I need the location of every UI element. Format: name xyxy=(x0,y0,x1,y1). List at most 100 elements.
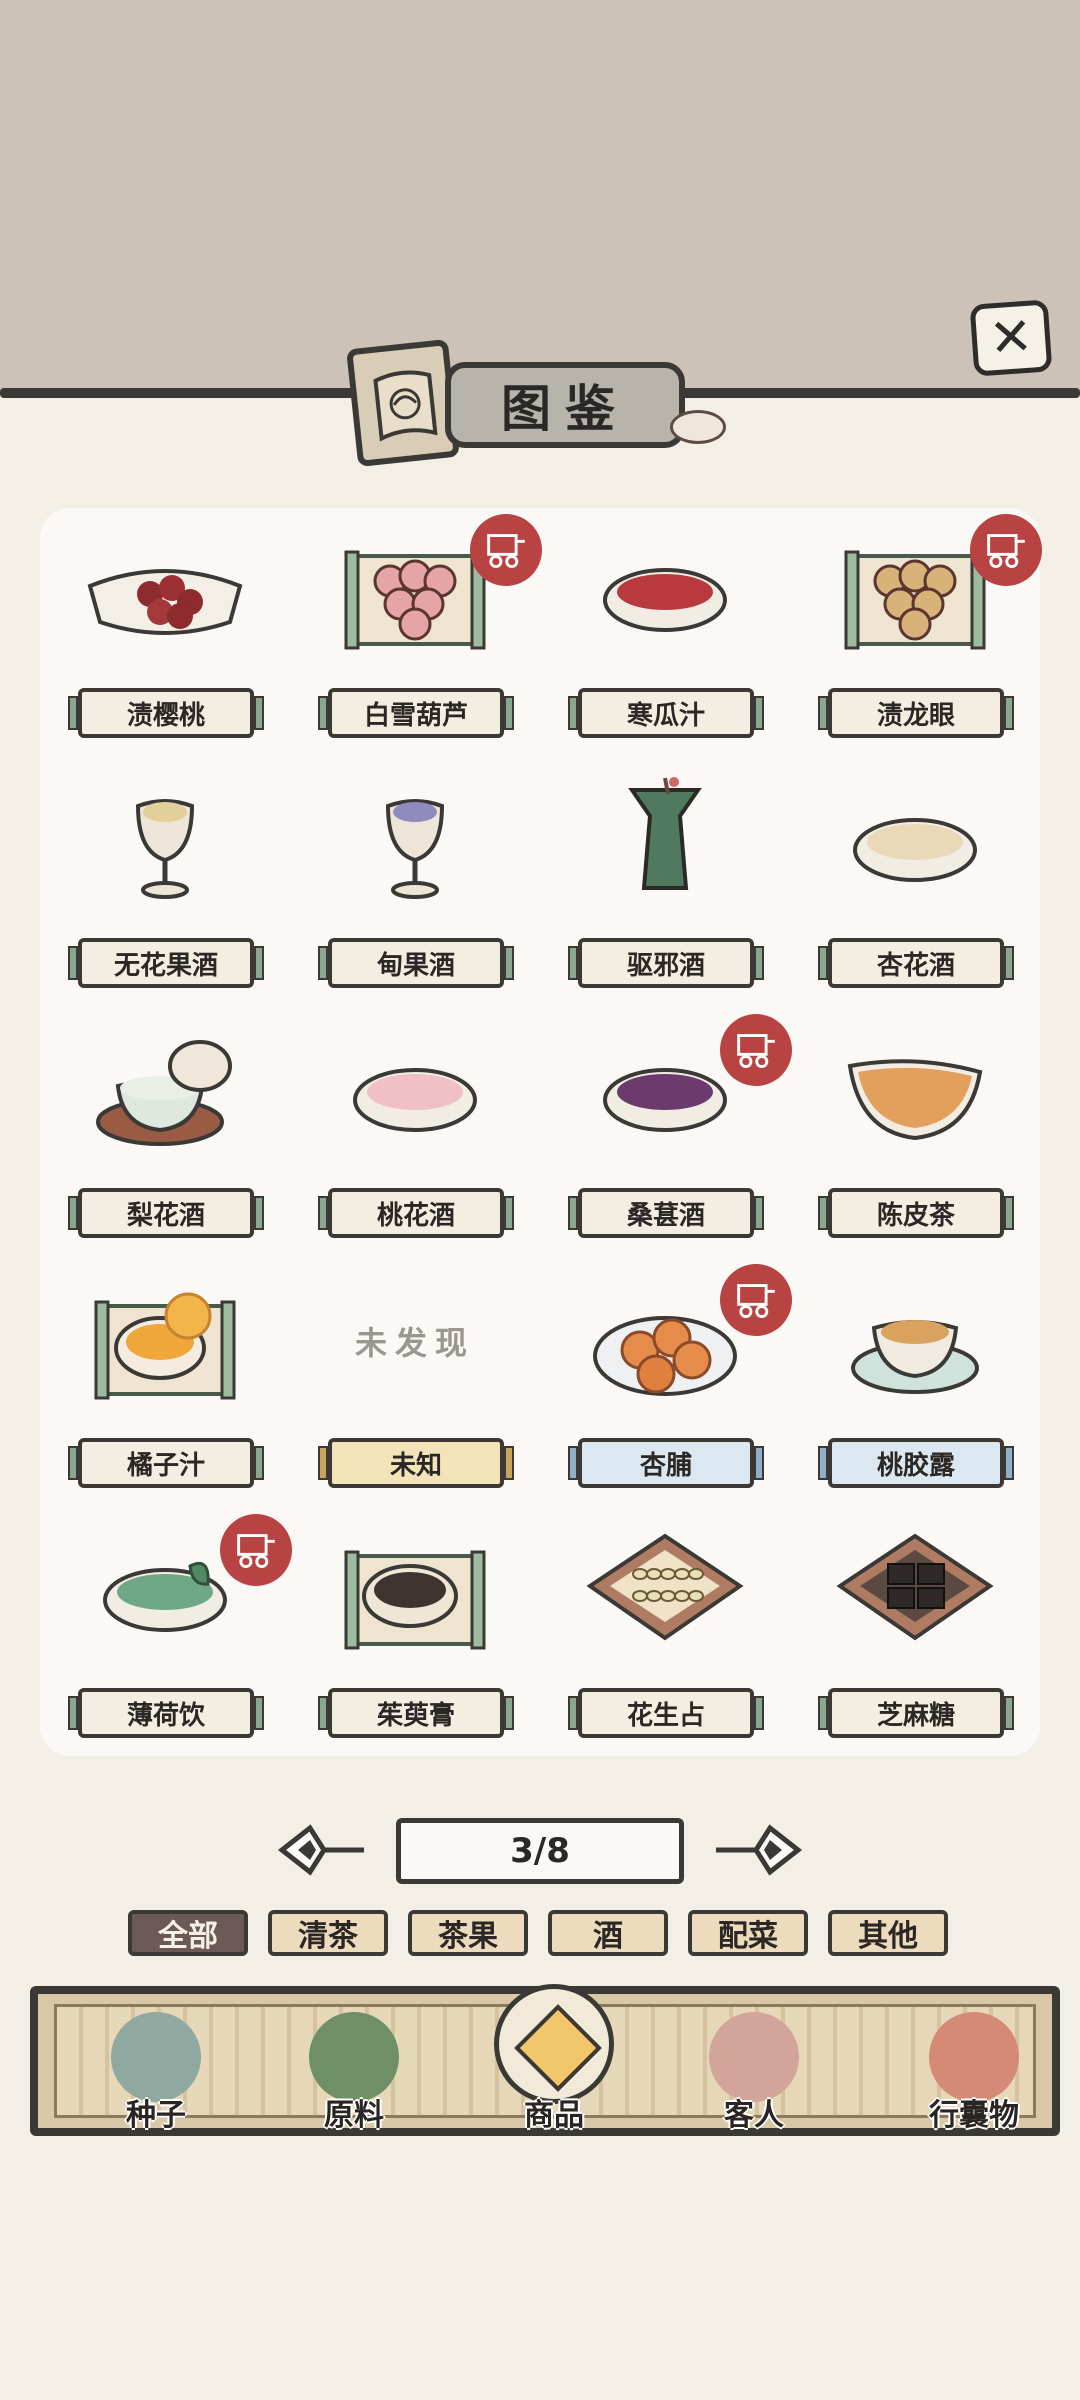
item-card[interactable]: 梨花酒 xyxy=(40,1008,290,1258)
seed-jar-icon xyxy=(111,2012,201,2102)
item-card[interactable]: 白雪葫芦 xyxy=(290,508,542,758)
item-name-plate: 无花果酒 xyxy=(68,938,264,988)
berry-wine-cup-icon xyxy=(385,799,445,899)
cloud-ornament-icon xyxy=(670,410,726,444)
item-card[interactable]: 杏脯 xyxy=(540,1258,792,1508)
cart-icon xyxy=(470,514,542,586)
cart-icon xyxy=(720,1264,792,1336)
item-name-plate: 杏脯 xyxy=(568,1438,764,1488)
item-name: 未知 xyxy=(389,1450,442,1481)
item-name-plate: 茱萸膏 xyxy=(318,1688,514,1738)
item-card[interactable]: 薄荷饮 xyxy=(40,1508,292,1758)
item-card[interactable]: 未发现 未知 xyxy=(290,1258,540,1508)
item-card[interactable]: 寒瓜汁 xyxy=(540,508,790,758)
cart-icon xyxy=(220,1514,292,1586)
nav-label: 种子 xyxy=(126,2098,186,2133)
arrow-right-icon[interactable] xyxy=(714,1820,804,1880)
nav-item[interactable]: 原料 xyxy=(274,1994,434,2144)
collection-panel: 渍樱桃 白雪葫芦 寒瓜汁 渍龙眼无花果酒 甸果酒 驱邪酒 杏花酒梨花酒 桃花酒 桑葚酒 陈皮茶橘子… xyxy=(40,508,1042,1758)
item-grid: 渍樱桃 白雪葫芦 寒瓜汁 渍龙眼无花果酒 甸果酒 驱邪酒 杏花酒梨花酒 桃花酒 桑葚酒 陈皮茶橘子… xyxy=(40,508,1042,1758)
filter-tab[interactable]: 茶果 xyxy=(408,1910,528,1956)
item-card[interactable]: 橘子汁 xyxy=(40,1258,290,1508)
item-name: 桃胶露 xyxy=(876,1450,955,1481)
item-card[interactable]: 桃胶露 xyxy=(790,1258,1040,1508)
item-name-plate: 白雪葫芦 xyxy=(318,688,514,738)
close-button[interactable]: ✕ xyxy=(969,299,1053,377)
item-card[interactable]: 驱邪酒 xyxy=(540,758,790,1008)
item-card[interactable]: 甸果酒 xyxy=(290,758,540,1008)
item-name: 桑葚酒 xyxy=(626,1200,705,1231)
item-card[interactable]: 桃花酒 xyxy=(290,1008,540,1258)
item-name: 寒瓜汁 xyxy=(626,700,705,731)
item-name: 桃花酒 xyxy=(376,1200,455,1231)
filter-tab[interactable]: 配菜 xyxy=(688,1910,808,1956)
nav-label: 客人 xyxy=(724,2098,784,2133)
nav-item[interactable]: 种子 xyxy=(76,1994,236,2144)
arrow-left-icon[interactable] xyxy=(276,1820,366,1880)
item-name: 茱萸膏 xyxy=(376,1700,455,1731)
item-name-plate: 驱邪酒 xyxy=(568,938,764,988)
tea-pitcher-icon xyxy=(847,1059,983,1141)
bottom-nav-bar: 种子 原料 商品 客人 行囊物 xyxy=(30,1984,1060,2136)
nav-item[interactable]: 商品 xyxy=(474,1984,634,2144)
filter-label: 酒 xyxy=(593,1919,623,1954)
guest-girl-icon xyxy=(709,2012,799,2102)
item-card[interactable]: 无花果酒 xyxy=(40,758,290,1008)
filter-tab[interactable]: 清茶 xyxy=(268,1910,388,1956)
item-card[interactable]: 渍龙眼 xyxy=(790,508,1042,758)
item-name-plate: 甸果酒 xyxy=(318,938,514,988)
nav-label: 行囊物 xyxy=(929,2098,1019,2133)
robe-icon xyxy=(929,2012,1019,2102)
fig-wine-cup-icon xyxy=(135,799,195,899)
item-name-plate: 薄荷饮 xyxy=(68,1688,264,1738)
filter-tab[interactable]: 其他 xyxy=(828,1910,948,1956)
item-card[interactable]: 花生占 xyxy=(540,1508,790,1758)
orange-juice-tray-icon xyxy=(94,1292,236,1400)
top-band xyxy=(0,0,1080,395)
leaf-icon xyxy=(309,2012,399,2102)
item-name: 杏花酒 xyxy=(876,950,955,981)
peach-gum-cup-icon xyxy=(851,1320,979,1394)
book-icon xyxy=(346,338,460,468)
nav-label: 原料 xyxy=(324,2098,384,2133)
item-name-plate: 芝麻糖 xyxy=(818,1688,1014,1738)
item-name: 甸果酒 xyxy=(376,950,455,981)
nav-item[interactable]: 客人 xyxy=(674,1994,834,2144)
item-card[interactable]: 渍樱桃 xyxy=(40,508,290,758)
item-name: 驱邪酒 xyxy=(626,950,705,981)
item-card[interactable]: 芝麻糖 xyxy=(790,1508,1040,1758)
nav-item[interactable]: 行囊物 xyxy=(894,1994,1054,2144)
filter-label: 其他 xyxy=(858,1919,918,1954)
item-card[interactable]: 杏花酒 xyxy=(790,758,1040,1008)
page-number: 3/8 xyxy=(510,1831,570,1871)
filter-tab[interactable]: 酒 xyxy=(548,1910,668,1956)
filter-tab[interactable]: 全部 xyxy=(128,1910,248,1956)
peach-wine-bowl-icon xyxy=(353,1068,477,1132)
item-name: 梨花酒 xyxy=(126,1200,205,1231)
melon-juice-bowl-icon xyxy=(603,568,727,632)
item-name-plate: 桑葚酒 xyxy=(568,1188,764,1238)
undiscovered-label: 未发现 xyxy=(354,1324,475,1362)
item-name: 渍龙眼 xyxy=(876,700,955,731)
item-card[interactable]: 陈皮茶 xyxy=(790,1008,1040,1258)
cherries-plate-icon xyxy=(87,569,243,635)
item-name-plate: 杏花酒 xyxy=(818,938,1014,988)
item-card[interactable]: 桑葚酒 xyxy=(540,1008,792,1258)
item-name-plate: 渍龙眼 xyxy=(818,688,1014,738)
cart-icon xyxy=(720,1014,792,1086)
item-name-plate: 橘子汁 xyxy=(68,1438,264,1488)
filter-label: 全部 xyxy=(158,1919,218,1954)
item-name: 无花果酒 xyxy=(113,950,218,981)
item-name-plate: 桃胶露 xyxy=(818,1438,1014,1488)
filter-label: 配菜 xyxy=(718,1919,778,1954)
filter-label: 茶果 xyxy=(438,1919,498,1954)
title-banner: 图鉴 xyxy=(445,362,685,448)
item-name: 杏脯 xyxy=(639,1450,692,1481)
cart-icon xyxy=(970,514,1042,586)
goods-plate-icon xyxy=(494,1984,614,2104)
page-indicator: 3/8 xyxy=(396,1818,684,1884)
item-name: 陈皮茶 xyxy=(876,1200,955,1231)
item-card[interactable]: 茱萸膏 xyxy=(290,1508,540,1758)
sesame-candy-box-icon xyxy=(836,1533,994,1641)
peanut-box-icon xyxy=(586,1533,744,1641)
